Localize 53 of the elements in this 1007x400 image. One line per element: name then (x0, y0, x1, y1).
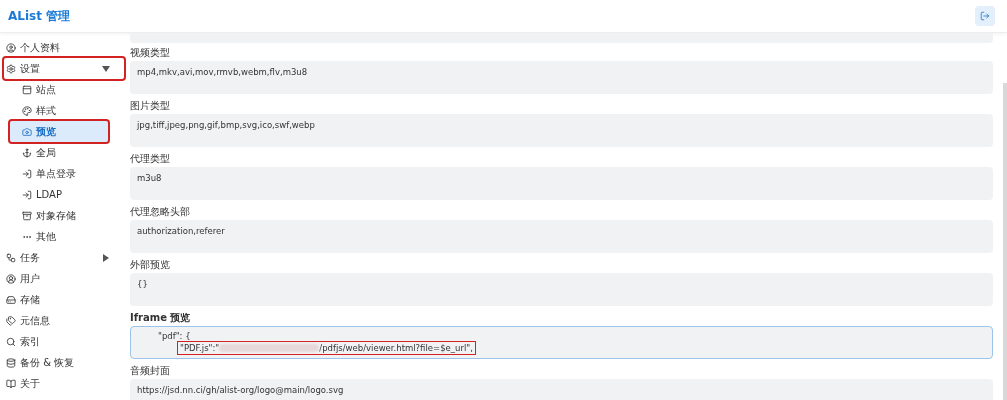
sidebar-icon (22, 168, 32, 179)
sidebar-item[interactable]: 元信息 (4, 310, 124, 331)
input-field[interactable]: m3u8 (130, 167, 993, 200)
sidebar-icon (22, 105, 32, 116)
app-title: AList 管理 (8, 7, 71, 25)
sidebar-item[interactable]: 索引 (4, 331, 124, 352)
sidebar-icon (22, 84, 32, 95)
sidebar-item[interactable]: 预览 (10, 121, 108, 142)
sidebar-icon (6, 336, 16, 347)
sidebar-icon (6, 42, 16, 53)
sidebar-item[interactable]: 站点 (10, 79, 108, 100)
caret-icon (102, 253, 110, 262)
code-field[interactable]: "pdf": { "PDF.js":" /pdfjs/web/viewer.html?file=$e_url", (130, 326, 993, 359)
sidebar-item[interactable]: 样式 (10, 100, 108, 121)
sidebar-item[interactable]: 个人资料 (4, 37, 124, 58)
caret-icon (102, 64, 110, 73)
sidebar-item[interactable]: 备份 & 恢复 (4, 352, 124, 373)
field-label: 音频封面 (130, 365, 170, 377)
logout-icon (980, 11, 990, 21)
sidebar-item[interactable]: 全局 (10, 142, 108, 163)
field-label: 代理忽略头部 (130, 206, 190, 218)
sidebar-item[interactable]: 对象存储 (10, 205, 108, 226)
sidebar-item[interactable]: LDAP (10, 184, 108, 205)
sidebar-icon (6, 378, 16, 389)
sidebar-icon (22, 189, 32, 200)
sidebar-icon (6, 294, 16, 305)
sidebar-item[interactable]: 用户 (4, 268, 124, 289)
sidebar-item[interactable]: 设置 (4, 58, 124, 79)
logout-button[interactable] (975, 6, 995, 26)
input-field[interactable]: https://jsd.nn.ci/gh/alist-org/logo@main/logo.svg (130, 379, 993, 400)
sidebar-icon (6, 357, 16, 368)
sidebar-item[interactable]: 存储 (4, 289, 124, 310)
input-field[interactable]: jpg,tiff,jpeg,png,gif,bmp,svg,ico,swf,webp (130, 114, 993, 147)
field-label: 图片类型 (130, 100, 170, 112)
sidebar-icon (22, 147, 32, 158)
input-field[interactable]: {} (130, 273, 993, 306)
field-label: 代理类型 (130, 153, 170, 165)
field-label: 视频类型 (130, 47, 170, 59)
sidebar-icon (6, 315, 16, 326)
sidebar-item[interactable]: 关于 (4, 373, 124, 394)
sidebar-icon (22, 210, 32, 221)
highlight-box: "PDF.js":" /pdfjs/web/viewer.html?file=$e_url", (178, 342, 475, 354)
field-label: Iframe 预览 (130, 312, 191, 324)
sidebar-item[interactable]: 单点登录 (10, 163, 108, 184)
sidebar-icon (6, 63, 16, 74)
sidebar-icon (6, 273, 16, 284)
sidebar-icon (6, 252, 16, 263)
sidebar-item[interactable]: 任务 (4, 247, 124, 268)
sidebar-item[interactable]: 其他 (10, 226, 108, 247)
input-field[interactable]: authorization,referer (130, 220, 993, 253)
input-field[interactable]: mp4,mkv,avi,mov,rmvb,webm,flv,m3u8 (130, 61, 993, 94)
sidebar-icon (22, 126, 32, 137)
field-label: 外部预览 (130, 259, 170, 271)
